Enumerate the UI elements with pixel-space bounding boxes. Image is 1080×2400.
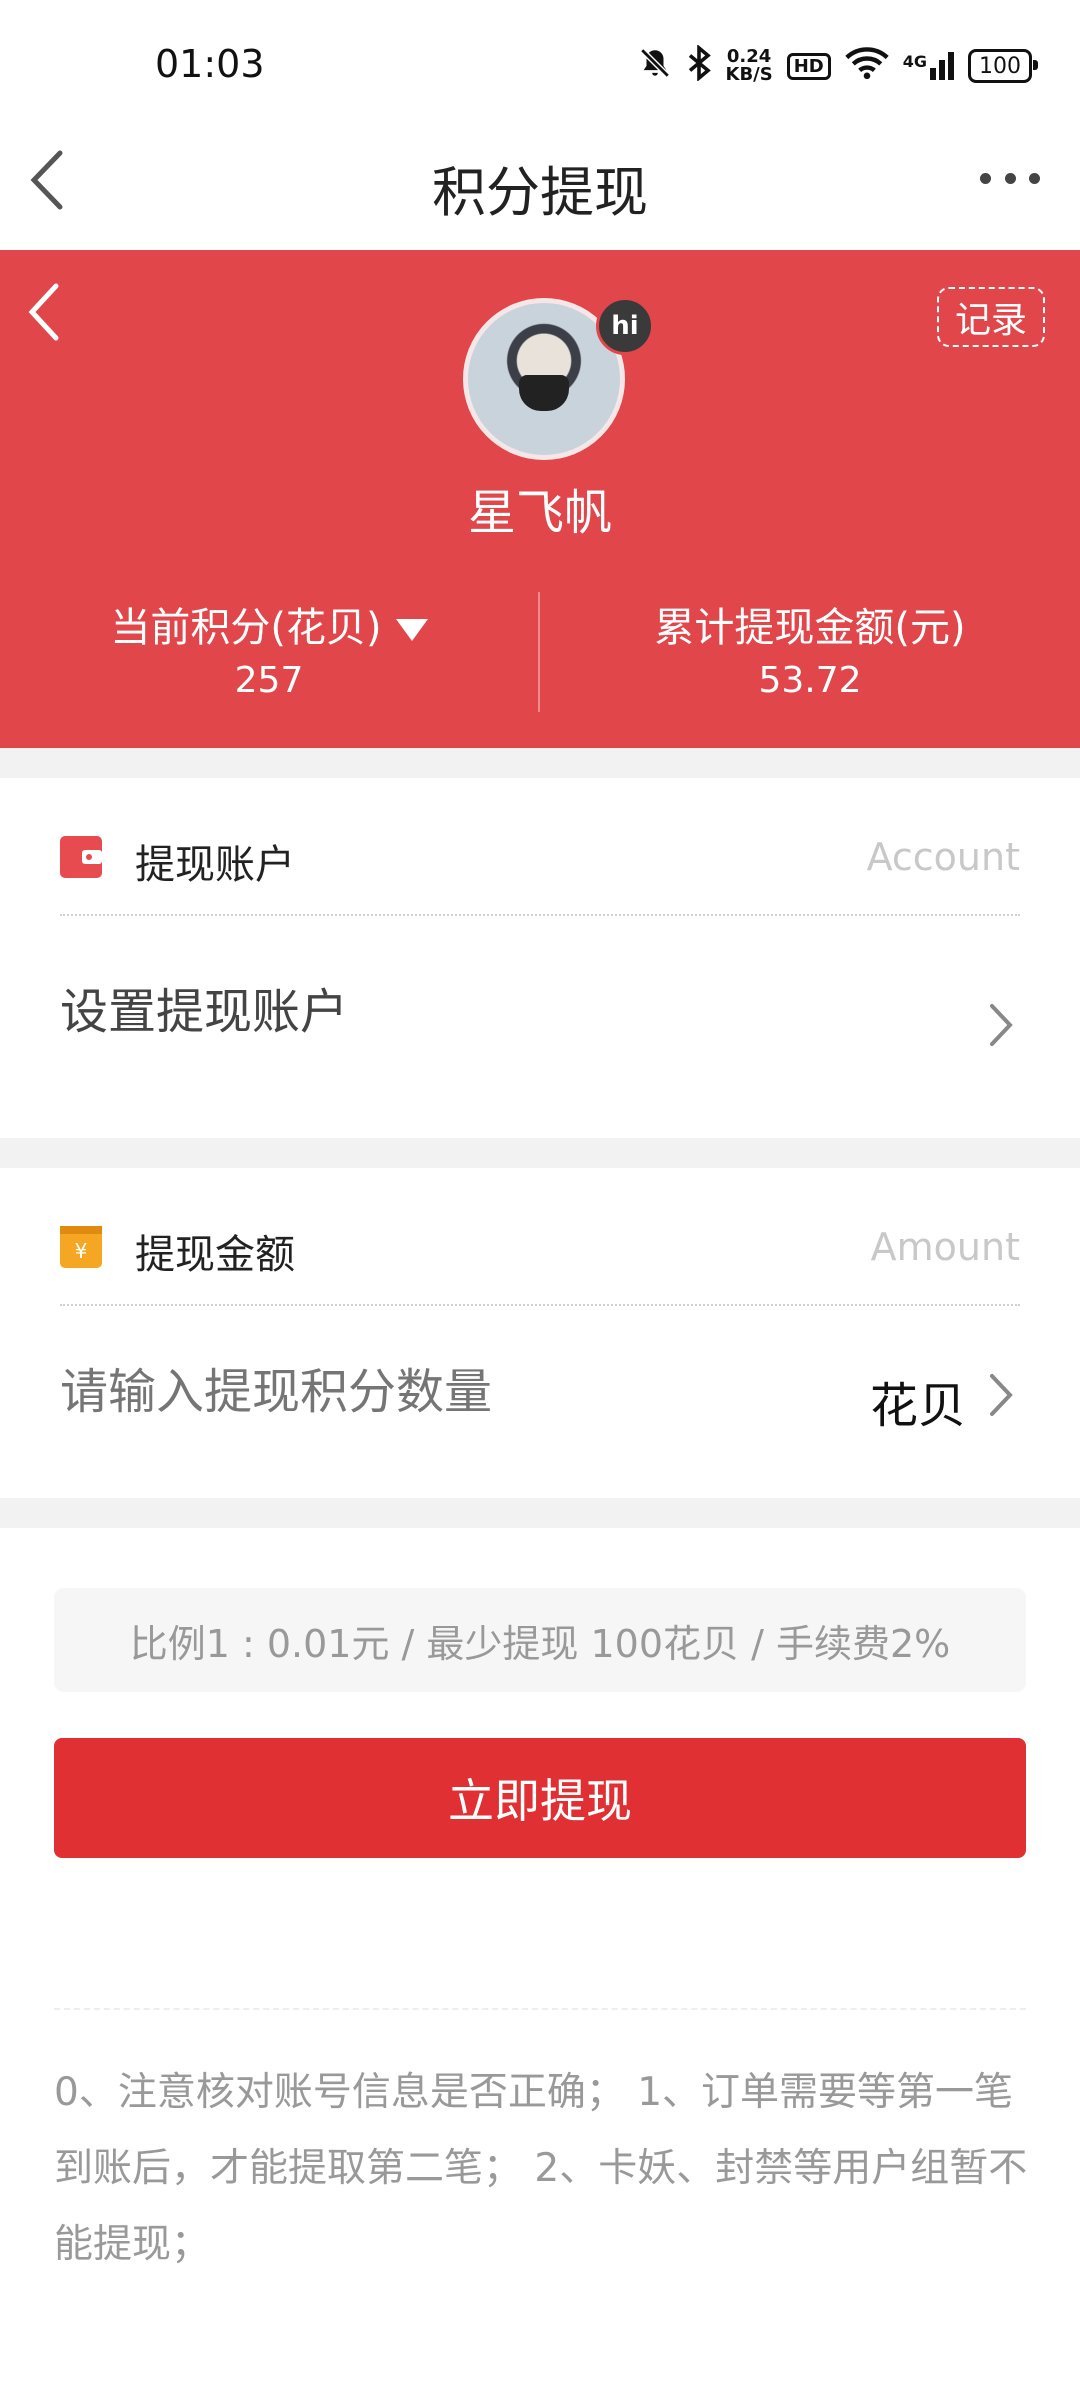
wallet-icon [60,836,102,878]
header-back-arrow-icon[interactable] [26,280,62,344]
account-section-title: 提现账户 [135,842,295,888]
username: 星飞帆 [467,485,612,541]
amount-yuan-icon: ¥ [60,1226,102,1268]
section-gap [0,1138,1080,1168]
svg-text:¥: ¥ [75,1239,88,1263]
set-account-label: 设置提现账户 [60,984,349,1040]
chevron-right-icon[interactable] [988,1372,1014,1418]
rate-info: 比例1 : 0.01元 / 最少提现 100花贝 / 手续费2% [54,1588,1026,1692]
unit-label[interactable]: 花贝 [870,1366,966,1436]
status-icons: 0.24 KB/S HD 4G 100 [638,43,1038,88]
amount-section-title: 提现金额 [135,1232,295,1278]
signal-icon: 4G [903,52,954,80]
set-account-row[interactable]: 设置提现账户 [0,916,1080,1138]
withdrawn-label: 累计提现金额(元) [654,605,966,651]
amount-hint: Amount [870,1225,1020,1269]
points-stat[interactable]: 当前积分(花贝) [0,595,538,653]
points-label: 当前积分(花贝) [110,605,382,651]
dotted-divider [60,1304,1020,1306]
chevron-right-icon [988,1002,1014,1048]
points-value: 257 [234,660,304,701]
notes-text: 0、注意核对账号信息是否正确； 1、订单需要等第一笔到账后，才能提取第二笔； 2… [54,2070,1028,2267]
bluetooth-icon [686,43,712,88]
dropdown-triangle-icon[interactable] [395,619,428,641]
page-title: 积分提现 [432,161,648,224]
withdrawn-value: 53.72 [758,660,862,701]
withdraw-button[interactable]: 立即提现 [54,1738,1026,1858]
amount-input[interactable] [60,1352,820,1432]
status-time: 01:03 [155,42,265,86]
dashed-divider [54,2008,1026,2010]
hi-badge: hi [596,297,654,355]
more-dots-icon[interactable] [980,170,1040,186]
mute-bell-icon [638,46,672,87]
record-button[interactable]: 记录 [937,287,1045,347]
section-gap [0,1498,1080,1528]
account-hint: Account [866,835,1020,879]
wifi-icon [845,46,889,87]
hd-badge: HD [786,52,831,80]
network-speed: 0.24 KB/S [725,46,773,85]
battery-icon: 100 [968,49,1038,83]
section-gap [0,748,1080,778]
